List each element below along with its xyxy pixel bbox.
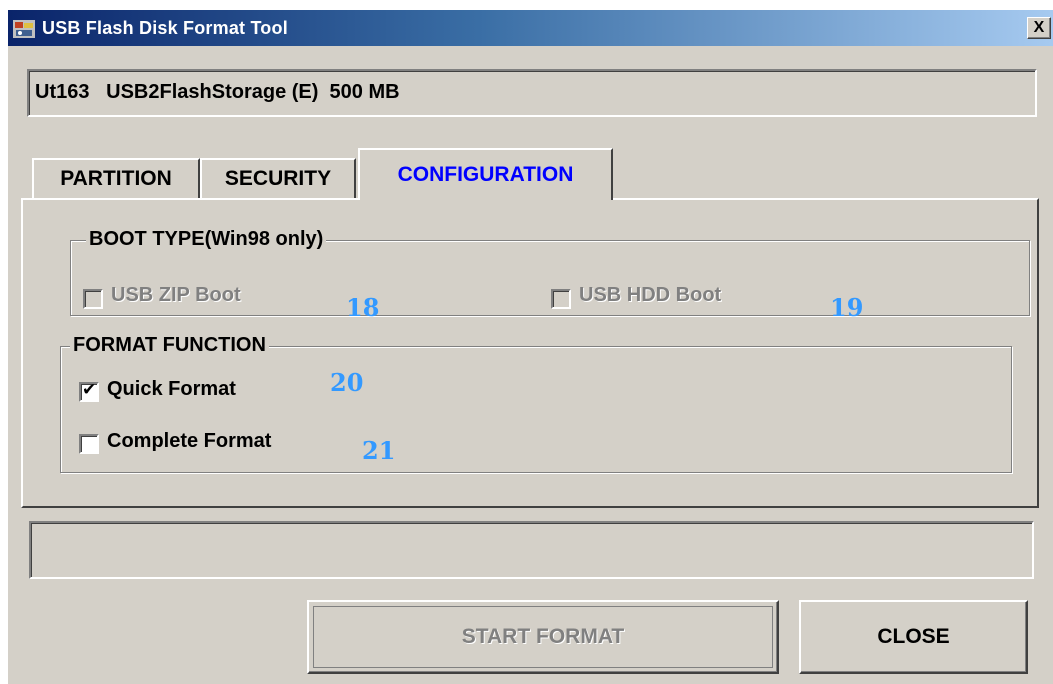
annotation-19: 19 [830, 293, 864, 322]
focus-frame [313, 606, 773, 668]
annotation-20: 20 [330, 368, 364, 397]
device-info-text: Ut163 USB2FlashStorage (E) 500 MB [35, 81, 400, 103]
usb-zip-boot-label: USB ZIP Boot [111, 284, 241, 306]
format-function-group [60, 346, 1012, 473]
quick-format-label: Quick Format [107, 378, 236, 400]
window-title: USB Flash Disk Format Tool [42, 18, 288, 38]
app-usb-tool-icon [13, 20, 35, 38]
complete-format-checkbox[interactable] [79, 434, 99, 454]
close-button[interactable]: CLOSE [799, 600, 1028, 674]
tab-configuration[interactable]: CONFIGURATION [358, 148, 613, 200]
usb-zip-boot-checkbox[interactable] [83, 289, 103, 309]
annotation-18: 18 [346, 293, 380, 322]
title-bar[interactable]: USB Flash Disk Format Tool X [8, 10, 1053, 46]
window-close-button[interactable]: X [1027, 17, 1051, 39]
format-tool-window: USB Flash Disk Format Tool X Ut163 USB2F… [8, 10, 1053, 684]
tab-security[interactable]: SECURITY [200, 158, 356, 198]
configuration-panel: BOOT TYPE(Win98 only) USB ZIP Boot 18 US… [21, 198, 1039, 508]
boot-type-legend: BOOT TYPE(Win98 only) [86, 228, 327, 251]
usb-hdd-boot-label: USB HDD Boot [579, 284, 722, 306]
tab-partition[interactable]: PARTITION [32, 158, 200, 198]
start-format-button[interactable]: START FORMAT [307, 600, 779, 674]
format-function-legend: FORMAT FUNCTION [70, 334, 269, 357]
status-field [29, 521, 1034, 579]
complete-format-label: Complete Format [107, 430, 272, 452]
device-info-field: Ut163 USB2FlashStorage (E) 500 MB [27, 69, 1037, 117]
annotation-21: 21 [362, 436, 396, 465]
quick-format-checkbox[interactable]: ✔ [79, 380, 99, 402]
usb-hdd-boot-checkbox[interactable] [551, 289, 571, 309]
checkmark-icon: ✔ [82, 380, 97, 399]
